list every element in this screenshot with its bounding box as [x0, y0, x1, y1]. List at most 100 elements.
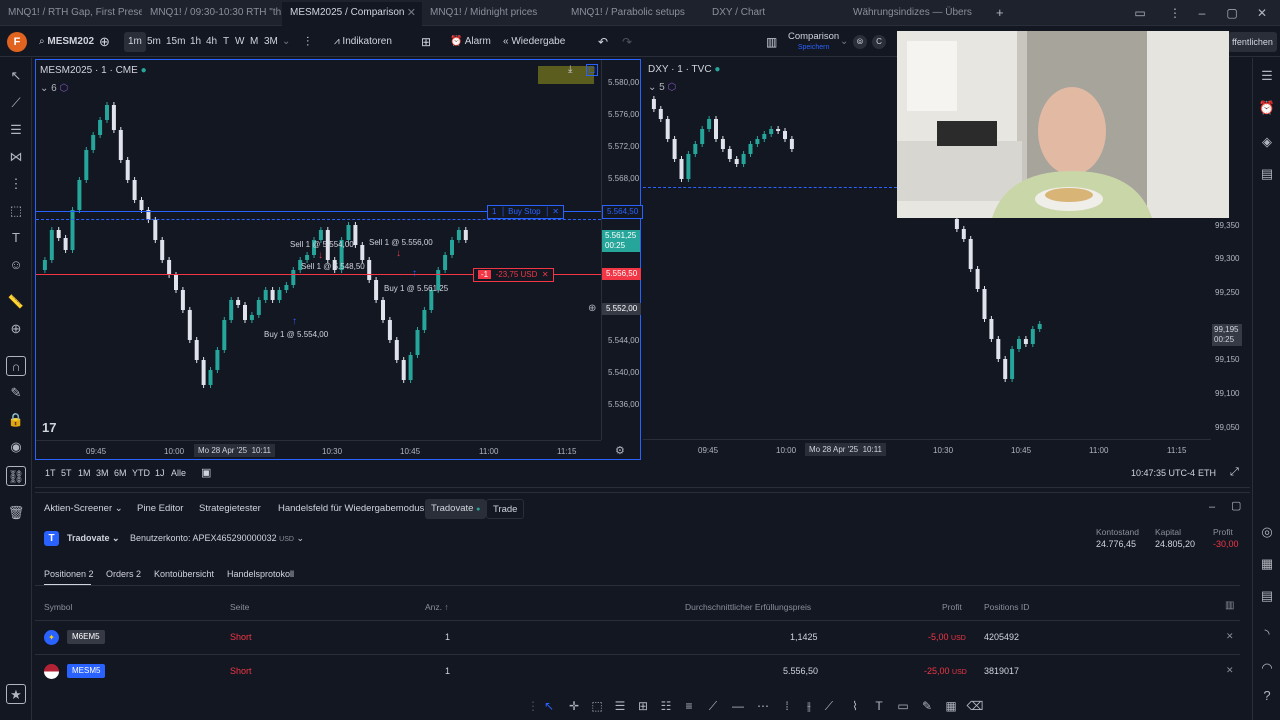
browser-tab[interactable]: MNQ1! / Parabolic setups — [563, 2, 703, 26]
magnet-icon[interactable]: ∩ — [6, 356, 26, 376]
buy-stop-order-tag[interactable]: 1 │ Buy Stop │ ✕ — [487, 205, 564, 219]
time-axis[interactable]: 09:45 10:00 Mo 28 Apr '25 10:11 10:30 10… — [643, 439, 1211, 459]
user-avatar[interactable]: F — [7, 32, 27, 52]
subtab-orders[interactable]: Orders 2 — [106, 569, 141, 579]
interval-W[interactable]: W — [235, 32, 244, 52]
interval-5m[interactable]: 5m — [147, 32, 161, 52]
text-icon[interactable]: T — [870, 696, 888, 716]
subtab-positions[interactable]: Positionen 2 — [44, 569, 94, 579]
shapes-icon[interactable]: ⬚ — [6, 201, 26, 221]
chevron-down-icon[interactable]: ⌄ — [282, 32, 290, 52]
broadcast-icon[interactable]: ◝ — [1257, 624, 1277, 644]
maximize-panel-icon[interactable]: ▢ — [1231, 499, 1241, 512]
replay-button[interactable]: « Wiedergabe — [503, 32, 565, 52]
forecast-icon[interactable]: ⋮ — [6, 174, 26, 194]
fullscreen-icon[interactable]: ⤢ — [1230, 466, 1239, 479]
tab-tradovate[interactable]: Tradovate ● — [425, 499, 487, 519]
price-range-icon[interactable]: ⟋ — [820, 696, 838, 716]
quick-search-icon[interactable]: ⦾ — [853, 35, 867, 49]
column-settings-icon[interactable]: ▥ — [1225, 600, 1234, 611]
horizontal-line-icon[interactable]: — — [729, 696, 747, 716]
help-icon[interactable]: ? — [1257, 686, 1277, 706]
link-icon[interactable]: ⛓ — [6, 466, 26, 486]
range-3M[interactable]: 3M — [96, 468, 109, 478]
calendar-icon[interactable]: ▦ — [1257, 554, 1277, 574]
fib-retracement-icon[interactable]: ☰ — [611, 696, 629, 716]
close-icon[interactable]: ✕ — [542, 270, 549, 279]
candle-type-icon[interactable]: ⫶ — [306, 32, 309, 52]
interval-T[interactable]: T — [223, 32, 229, 52]
interval-1h[interactable]: 1h — [190, 32, 201, 52]
column-header[interactable]: Profit — [942, 602, 962, 612]
table-row[interactable]: MESM5 Short 1 5.556,50 -25,00 USD 381901… — [35, 654, 1240, 688]
cursor-icon[interactable]: ↖ — [540, 696, 558, 716]
layers-icon[interactable]: ◈ — [1257, 132, 1277, 152]
layout-name-button[interactable]: Comparison Speichern — [788, 31, 839, 53]
browser-tab[interactable]: MNQ1! / Midnight prices — [422, 2, 562, 26]
zoom-icon[interactable]: ⊕ — [6, 319, 26, 339]
interval-3M[interactable]: 3M — [264, 32, 278, 52]
symbol-badge[interactable]: MESM5 — [67, 664, 106, 678]
crosshair-icon[interactable]: ✛ — [565, 696, 583, 716]
goto-date-calendar-icon[interactable]: ▣ — [201, 466, 211, 479]
alert-button[interactable]: ⏰ Alarm — [450, 32, 491, 52]
subtab-account-summary[interactable]: Kontoübersicht — [154, 569, 214, 579]
grid-icon[interactable]: ⊞ — [634, 696, 652, 716]
screener-icon[interactable]: ▤ — [1257, 586, 1277, 606]
range-5T[interactable]: 5T — [61, 468, 72, 478]
browser-tab[interactable]: DXY / Chart — [704, 2, 844, 26]
fib-channel-icon[interactable]: ≡ — [680, 696, 698, 716]
emoji-icon[interactable]: ☺ — [6, 255, 26, 275]
alerts-icon[interactable]: ⏰ — [1257, 98, 1277, 118]
column-header[interactable]: Positions ID — [984, 602, 1029, 612]
chat-icon[interactable]: ▤ — [1257, 164, 1277, 184]
close-position-icon[interactable]: ✕ — [1226, 631, 1234, 642]
redo-icon[interactable]: ↷ — [622, 32, 632, 52]
time-axis[interactable]: 09:45 10:00 Mo 28 Apr '25 10:11 10:30 10… — [36, 440, 601, 460]
parallel-channel-icon[interactable]: ☷ — [657, 696, 675, 716]
vertical-line-icon[interactable]: ⁞ — [778, 696, 796, 716]
trend-line-icon[interactable]: ⟋ — [6, 93, 26, 113]
account-selector[interactable]: Benutzerkonto: APEX465290000032 USD ⌄ — [130, 533, 304, 544]
add-alert-plus-icon[interactable]: ⊕ — [588, 303, 596, 314]
session-toggle[interactable]: ETH — [1198, 468, 1216, 478]
text-icon[interactable]: T — [6, 228, 26, 248]
monitor-icon[interactable]: ▭ — [1128, 0, 1152, 26]
lock-icon[interactable]: 🔒 — [6, 410, 26, 430]
chevron-down-icon[interactable]: ⌄ — [840, 32, 848, 52]
symbol-badge[interactable]: M6EM5 — [67, 630, 105, 644]
minimize-icon[interactable]: – — [1190, 0, 1214, 26]
symbol-search[interactable]: ⌕ MESM202 — [39, 32, 94, 52]
path-icon[interactable]: ⌇ — [846, 696, 864, 716]
pattern-icon[interactable]: ⋈ — [6, 147, 26, 167]
pattern-icon[interactable]: ▦ — [942, 696, 960, 716]
browser-tab[interactable]: Währungsindizes — Übers — [845, 2, 985, 26]
indicators-button[interactable]: ⩘ Indikatoren — [334, 32, 392, 52]
callout-icon[interactable]: ▭ — [894, 696, 912, 716]
interval-M[interactable]: M — [250, 32, 258, 52]
target-icon[interactable]: ◎ — [1257, 522, 1277, 542]
range-YTD[interactable]: YTD — [132, 468, 150, 478]
clock-display[interactable]: 10:47:35 UTC-4 — [1131, 468, 1195, 478]
range-1J[interactable]: 1J — [155, 468, 165, 478]
trend-line-icon[interactable]: ⟋ — [704, 696, 722, 716]
new-tab-plus-icon[interactable]: + — [988, 2, 1008, 26]
tab-trade[interactable]: Trade — [486, 499, 525, 519]
subtab-trade-history[interactable]: Handelsprotokoll — [227, 569, 294, 579]
close-position-icon[interactable]: ✕ — [1226, 665, 1234, 676]
tab-replay-trading[interactable]: Handelsfeld für Wiedergabemodus — [272, 499, 430, 519]
tab-pine-editor[interactable]: Pine Editor — [131, 499, 189, 519]
range-6M[interactable]: 6M — [114, 468, 127, 478]
trash-icon[interactable]: 🗑 — [6, 503, 26, 523]
eye-icon[interactable]: ◉ — [6, 437, 26, 457]
maximize-icon[interactable]: ▢ — [1220, 0, 1244, 26]
publish-button[interactable]: ffentlichen — [1228, 32, 1277, 52]
favorites-star-icon[interactable]: ★ — [6, 684, 26, 704]
rectangle-icon[interactable]: ⬚ — [588, 696, 606, 716]
templates-grid-icon[interactable]: ⊞ — [421, 32, 431, 52]
settings-icon[interactable]: C — [872, 35, 886, 49]
compare-plus-icon[interactable]: ⊕ — [99, 32, 110, 52]
column-header[interactable]: Symbol — [44, 602, 72, 612]
cursor-icon[interactable]: ↖ — [6, 66, 26, 86]
browser-tab[interactable]: MNQ1! / 09:30-10:30 RTH "th — [142, 2, 282, 26]
